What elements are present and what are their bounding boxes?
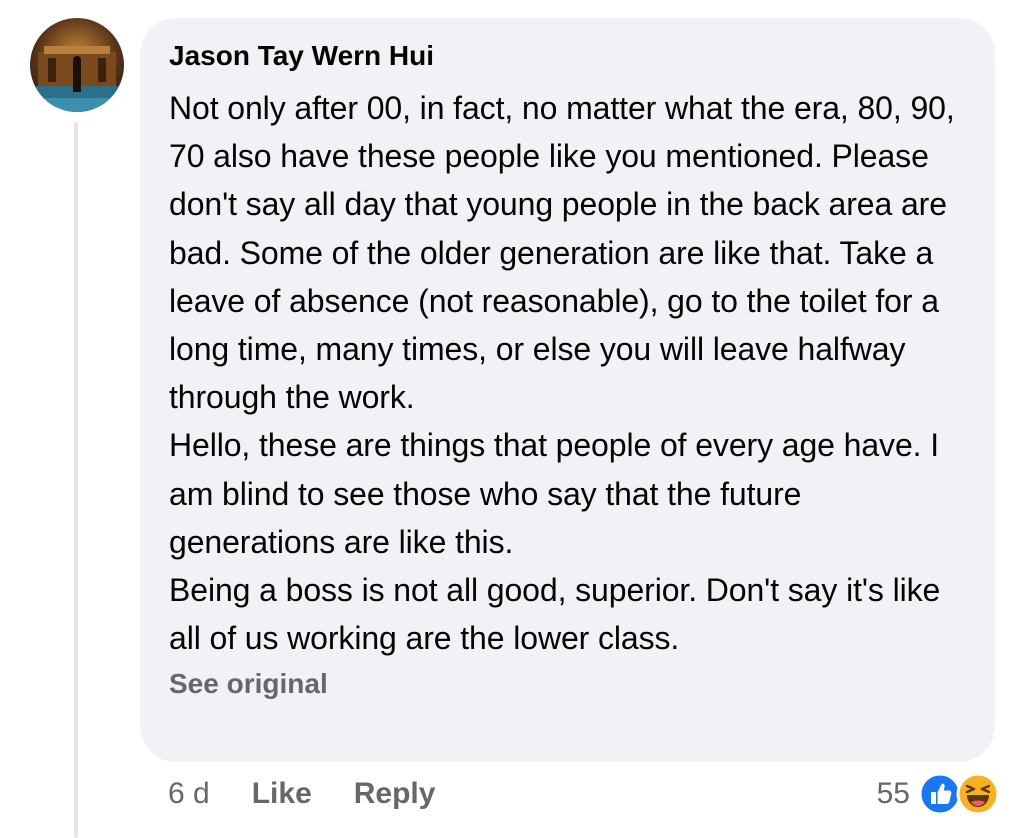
- see-original-link[interactable]: See original: [169, 662, 328, 706]
- comment-body: Not only after 00, in fact, no matter wh…: [169, 84, 967, 662]
- comment-actions: 6 d Like Reply: [168, 772, 477, 816]
- comment-paragraph: Being a boss is not all good, superior. …: [169, 572, 941, 657]
- reply-button[interactable]: Reply: [354, 777, 436, 811]
- haha-reaction-icon: [956, 772, 1000, 816]
- avatar[interactable]: [30, 18, 124, 112]
- comment-paragraph: Not only after 00, in fact, no matter wh…: [169, 90, 955, 416]
- reaction-icons: [918, 772, 1000, 816]
- comment-author[interactable]: Jason Tay Wern Hui: [169, 38, 967, 74]
- reaction-count: 55: [876, 777, 910, 810]
- thread-line: [74, 122, 78, 838]
- like-button[interactable]: Like: [252, 777, 312, 811]
- reactions-summary[interactable]: 55: [877, 770, 1000, 818]
- comment-paragraph: Hello, these are things that people of e…: [169, 427, 940, 560]
- comment-timestamp[interactable]: 6 d: [168, 777, 210, 811]
- comment-bubble: Jason Tay Wern Hui Not only after 00, in…: [140, 18, 995, 762]
